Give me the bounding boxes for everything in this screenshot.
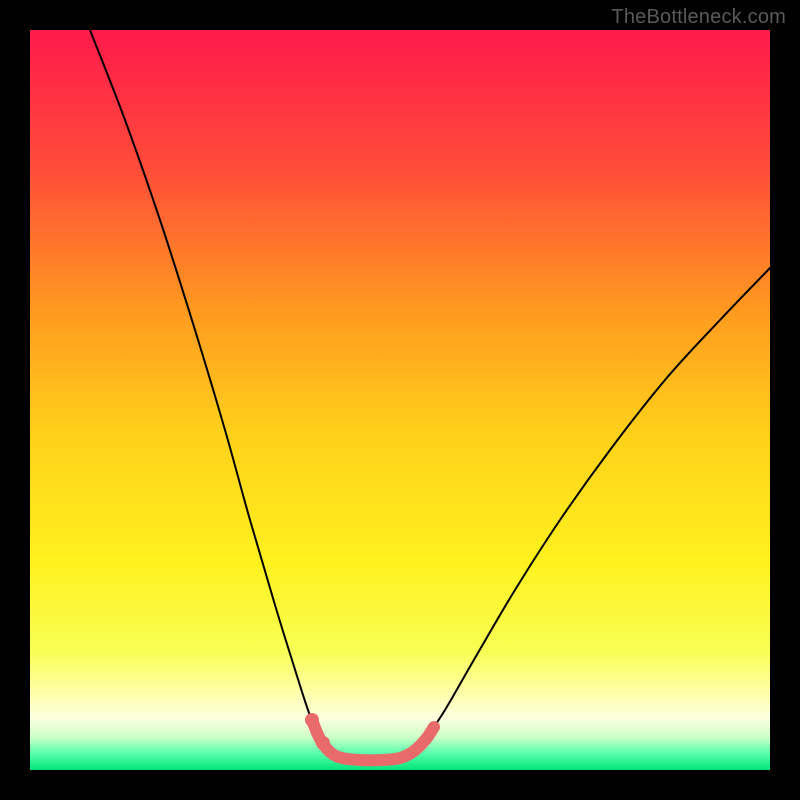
series-trough-highlight-dot bbox=[316, 736, 330, 750]
series-trough-highlight-dot bbox=[305, 713, 319, 727]
gradient-background bbox=[30, 30, 770, 770]
chart-frame: TheBottleneck.com bbox=[0, 0, 800, 800]
plot-area bbox=[30, 30, 770, 770]
chart-svg bbox=[30, 30, 770, 770]
watermark-text: TheBottleneck.com bbox=[611, 6, 786, 29]
